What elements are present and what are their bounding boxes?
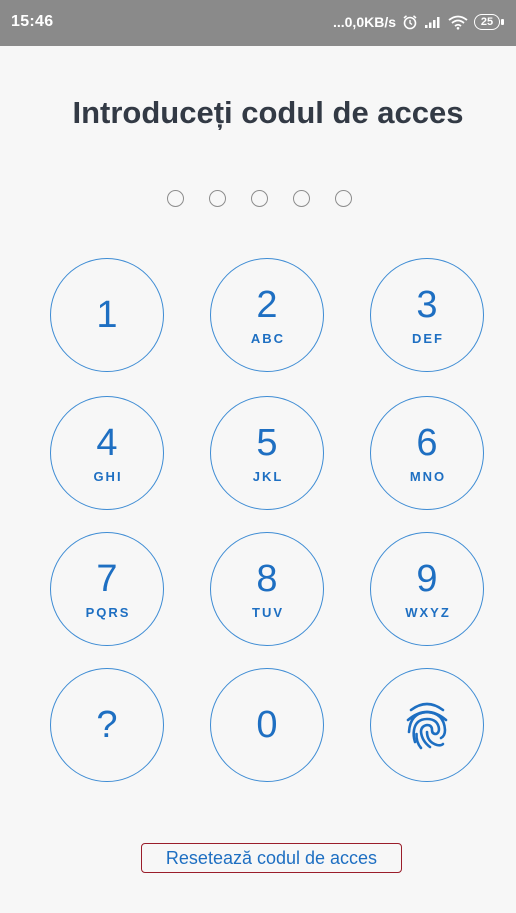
key-1[interactable]: 1 xyxy=(50,258,164,372)
key-0[interactable]: 0 xyxy=(210,668,324,782)
reset-passcode-link[interactable]: Resetează codul de acces xyxy=(141,843,402,873)
key-7[interactable]: 7 PQRS xyxy=(50,532,164,646)
key-digit: 2 xyxy=(256,283,278,326)
key-digit: 6 xyxy=(416,421,438,464)
key-5[interactable]: 5 JKL xyxy=(210,396,324,510)
key-digit: 1 xyxy=(96,294,118,336)
key-letters: DEF xyxy=(412,330,444,346)
key-letters: JKL xyxy=(252,468,284,484)
key-letters: MNO xyxy=(409,468,447,484)
key-3[interactable]: 3 DEF xyxy=(370,258,484,372)
key-letters: TUV xyxy=(252,604,284,620)
key-6[interactable]: 6 MNO xyxy=(370,396,484,510)
key-digit: ? xyxy=(96,704,118,746)
key-digit: 8 xyxy=(256,557,278,600)
key-8[interactable]: 8 TUV xyxy=(210,532,324,646)
key-digit: 5 xyxy=(256,421,278,464)
key-help[interactable]: ? xyxy=(50,668,164,782)
key-letters: GHI xyxy=(93,468,123,484)
fingerprint-icon xyxy=(402,698,452,752)
reset-passcode-label: Resetează codul de acces xyxy=(165,847,378,868)
key-letters: PQRS xyxy=(85,604,131,620)
keypad: 1 2 ABC 3 DEF 4 GHI 5 JKL 6 MNO 7 PQRS 8… xyxy=(0,0,516,913)
key-digit: 3 xyxy=(416,283,438,326)
fingerprint-button[interactable] xyxy=(370,668,484,782)
key-digit: 4 xyxy=(96,421,118,464)
key-2[interactable]: 2 ABC xyxy=(210,258,324,372)
key-letters: ABC xyxy=(250,330,286,346)
key-4[interactable]: 4 GHI xyxy=(50,396,164,510)
key-digit: 9 xyxy=(416,557,438,600)
key-digit: 0 xyxy=(256,704,278,746)
key-digit: 7 xyxy=(96,557,118,600)
key-9[interactable]: 9 WXYZ xyxy=(370,532,484,646)
key-letters: WXYZ xyxy=(405,604,451,620)
